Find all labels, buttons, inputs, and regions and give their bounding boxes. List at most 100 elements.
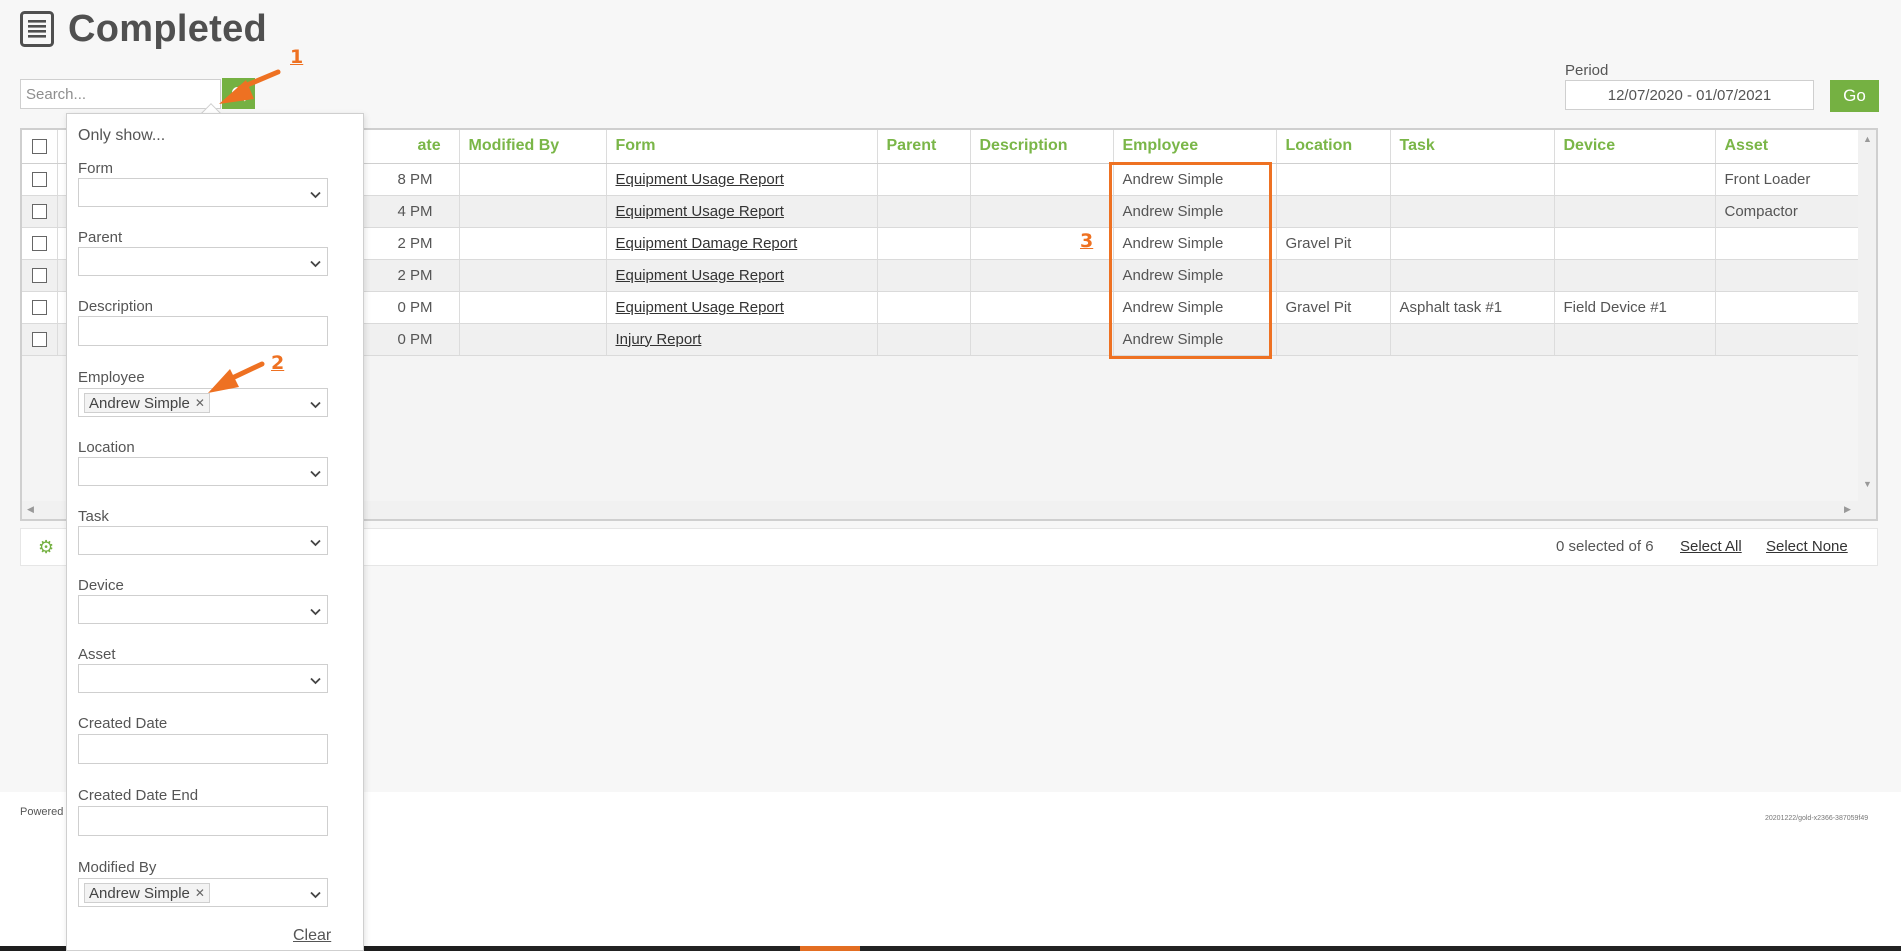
gear-icon[interactable]: ⚙ xyxy=(38,537,54,558)
cell-parent xyxy=(877,227,971,260)
column-header-parent[interactable]: Parent xyxy=(877,130,971,164)
column-header-location[interactable]: Location xyxy=(1276,130,1391,164)
column-header-description[interactable]: Description xyxy=(970,130,1114,164)
cell-modified-by xyxy=(459,259,607,292)
cell-modified-by xyxy=(459,291,607,324)
row-checkbox-cell[interactable] xyxy=(22,195,58,228)
employee-filter-select[interactable]: Andrew Simple ✕ xyxy=(78,388,328,417)
row-checkbox-cell[interactable] xyxy=(22,259,58,292)
powered-by-text: Powered xyxy=(20,806,64,818)
column-header-form[interactable]: Form xyxy=(606,130,878,164)
row-checkbox-cell[interactable] xyxy=(22,323,58,356)
chevron-down-icon xyxy=(310,186,321,204)
cell-location: Gravel Pit xyxy=(1276,227,1391,260)
row-checkbox[interactable] xyxy=(31,204,47,220)
cell-asset xyxy=(1715,227,1861,260)
cell-description xyxy=(970,259,1114,292)
cell-task xyxy=(1390,195,1555,228)
created-date-input[interactable] xyxy=(78,734,328,764)
form-link[interactable]: Equipment Usage Report xyxy=(616,299,784,316)
location-filter-select[interactable] xyxy=(78,457,328,486)
go-button[interactable]: Go xyxy=(1830,80,1879,112)
cell-device xyxy=(1554,227,1716,260)
form-link[interactable]: Equipment Usage Report xyxy=(616,267,784,284)
scroll-up-icon[interactable]: ▲ xyxy=(1863,134,1872,144)
form-filter-select[interactable] xyxy=(78,178,328,207)
remove-tag-icon[interactable]: ✕ xyxy=(195,396,205,410)
clear-filters-link[interactable]: Clear xyxy=(293,927,331,945)
cell-description xyxy=(970,195,1114,228)
task-filter-select[interactable] xyxy=(78,526,328,555)
select-none-link[interactable]: Select None xyxy=(1766,538,1848,555)
cell-form: Equipment Usage Report xyxy=(606,163,878,196)
cell-task xyxy=(1390,259,1555,292)
row-checkbox[interactable] xyxy=(31,332,47,348)
scroll-right-icon[interactable]: ▶ xyxy=(1844,504,1851,515)
search-input[interactable] xyxy=(21,81,230,107)
created-date-label: Created Date xyxy=(78,715,168,732)
page-header: Completed xyxy=(20,6,267,52)
cell-device xyxy=(1554,259,1716,292)
row-checkbox-cell[interactable] xyxy=(22,291,58,324)
row-checkbox-cell[interactable] xyxy=(22,163,58,196)
asset-filter-label: Asset xyxy=(78,646,116,663)
column-header-task[interactable]: Task xyxy=(1390,130,1555,164)
select-all-checkbox-cell[interactable] xyxy=(22,130,58,164)
form-link[interactable]: Equipment Usage Report xyxy=(616,203,784,220)
description-filter-label: Description xyxy=(78,298,154,315)
selected-count: 0 selected of 6 xyxy=(1556,538,1654,555)
row-checkbox[interactable] xyxy=(31,300,47,316)
cell-form: Equipment Usage Report xyxy=(606,259,878,292)
modified-by-filter-select[interactable]: Andrew Simple ✕ xyxy=(78,878,328,907)
modified-by-filter-tag[interactable]: Andrew Simple ✕ xyxy=(84,883,210,903)
search-button[interactable] xyxy=(222,78,255,109)
cell-parent xyxy=(877,323,971,356)
employee-column-highlight xyxy=(1109,162,1272,359)
cell-parent xyxy=(877,291,971,324)
cell-asset xyxy=(1715,323,1861,356)
vertical-scrollbar[interactable]: ▲ ▼ xyxy=(1858,130,1876,519)
location-filter-label: Location xyxy=(78,439,135,456)
parent-filter-select[interactable] xyxy=(78,247,328,276)
row-checkbox[interactable] xyxy=(31,268,47,284)
annotation-number-1: 1 xyxy=(290,46,304,68)
cell-device xyxy=(1554,163,1716,196)
cell-device xyxy=(1554,323,1716,356)
scroll-left-icon[interactable]: ◀ xyxy=(27,504,34,515)
row-checkbox[interactable] xyxy=(31,236,47,252)
period-date-range-input[interactable]: 12/07/2020 - 01/07/2021 xyxy=(1565,80,1814,110)
form-link[interactable]: Injury Report xyxy=(616,331,702,348)
description-filter-input[interactable] xyxy=(78,316,328,346)
scroll-down-icon[interactable]: ▼ xyxy=(1863,479,1872,489)
device-filter-label: Device xyxy=(78,577,124,594)
form-link[interactable]: Equipment Damage Report xyxy=(616,235,798,252)
created-date-end-input[interactable] xyxy=(78,806,328,836)
cell-location xyxy=(1276,259,1391,292)
column-header-asset[interactable]: Asset xyxy=(1715,130,1861,164)
chevron-down-icon xyxy=(310,886,321,904)
employee-filter-tag[interactable]: Andrew Simple ✕ xyxy=(84,393,210,413)
cell-task xyxy=(1390,163,1555,196)
remove-tag-icon[interactable]: ✕ xyxy=(195,886,205,900)
cell-device xyxy=(1554,195,1716,228)
column-header-modified-by[interactable]: Modified By xyxy=(459,130,607,164)
cell-task xyxy=(1390,227,1555,260)
column-header-device[interactable]: Device xyxy=(1554,130,1716,164)
chevron-down-icon xyxy=(310,603,321,621)
asset-filter-select[interactable] xyxy=(78,664,328,693)
cell-description xyxy=(970,323,1114,356)
header-checkbox[interactable] xyxy=(31,138,47,154)
form-link[interactable]: Equipment Usage Report xyxy=(616,171,784,188)
cell-form: Equipment Usage Report xyxy=(606,291,878,324)
chevron-down-icon xyxy=(310,534,321,552)
device-filter-select[interactable] xyxy=(78,595,328,624)
task-filter-label: Task xyxy=(78,508,109,525)
row-checkbox-cell[interactable] xyxy=(22,227,58,260)
row-checkbox[interactable] xyxy=(31,172,47,188)
cell-form: Equipment Usage Report xyxy=(606,195,878,228)
filter-heading: Only show... xyxy=(78,127,166,144)
select-all-link[interactable]: Select All xyxy=(1680,538,1742,555)
employee-filter-label: Employee xyxy=(78,369,145,386)
cell-task xyxy=(1390,323,1555,356)
column-header-employee[interactable]: Employee xyxy=(1113,130,1277,164)
